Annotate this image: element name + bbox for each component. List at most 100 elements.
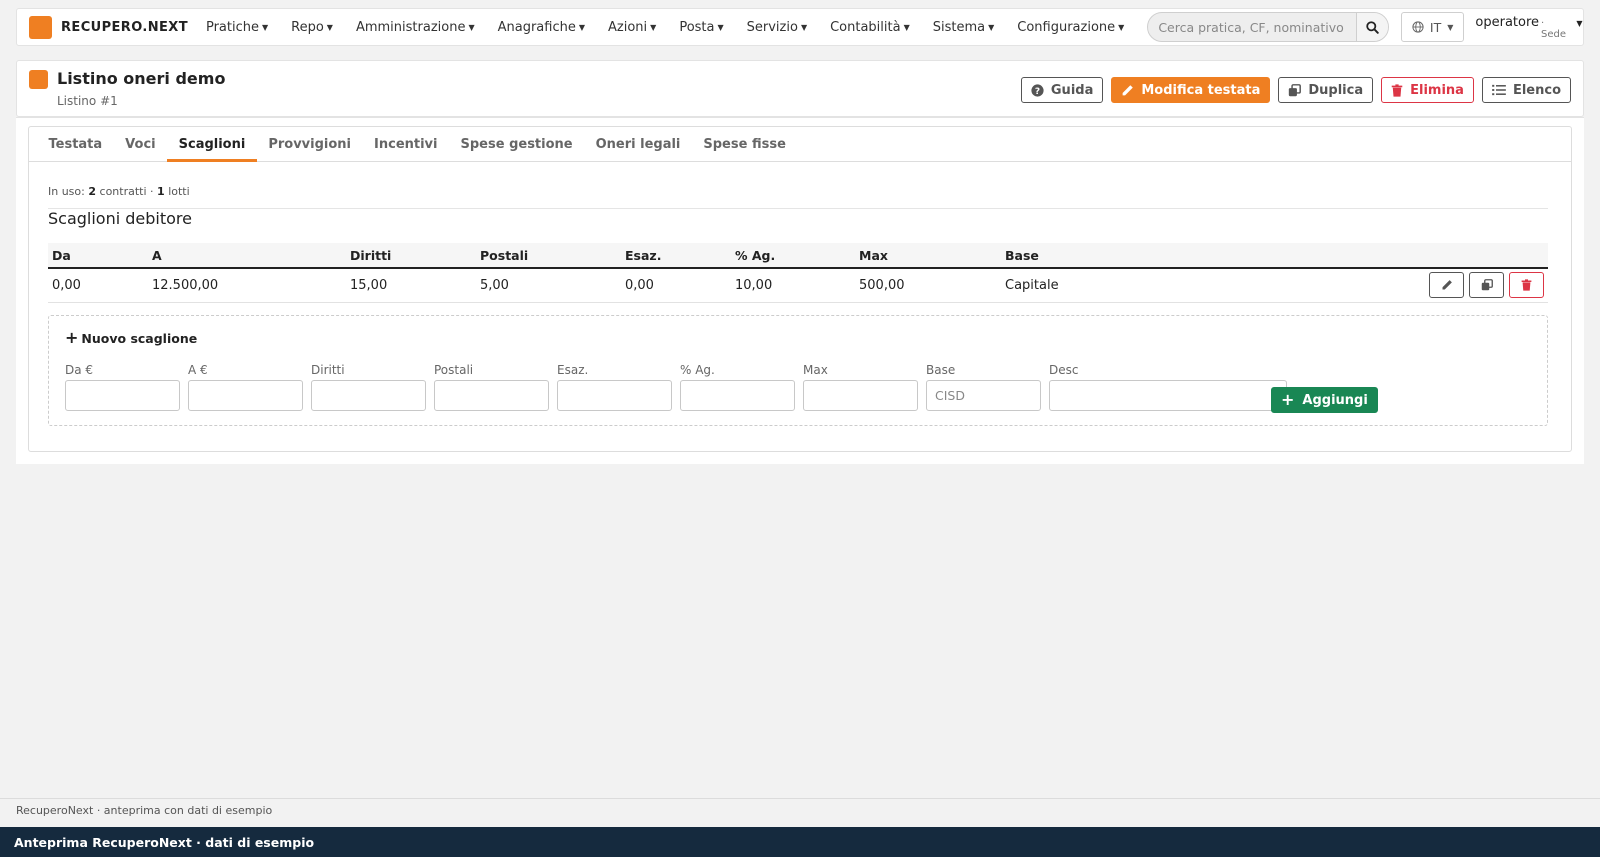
nav-menu: Pratiche ▼ Repo ▼ Amministrazione ▼ Anagraf… — [206, 20, 1147, 35]
footer-divider — [0, 798, 1600, 799]
header-actions: ? Guida Modifica testata Duplica Elimina… — [1013, 77, 1571, 103]
modifica-testata-button[interactable]: Modifica testata — [1111, 77, 1271, 103]
plus-icon: + — [1281, 390, 1295, 409]
brand[interactable]: RECUPERO.NEXT — [29, 15, 188, 39]
tab-spese-gestione[interactable]: Spese gestione — [449, 127, 584, 162]
field-max: Max — [803, 364, 918, 411]
field-label-desc: Desc — [1049, 363, 1079, 377]
tab-panel: Testata Voci Scaglioni Provvigioni Incen… — [28, 126, 1572, 452]
tab-provvigioni[interactable]: Provvigioni — [257, 127, 363, 162]
caret-down-icon: ▼ — [717, 22, 724, 32]
guida-label: Guida — [1050, 82, 1094, 98]
tab-spese-fisse[interactable]: Spese fisse — [692, 127, 798, 162]
user-menu[interactable]: operatore · Sede ▼ — [1475, 15, 1582, 40]
section-title: Scaglioni debitore — [48, 209, 192, 228]
tab-oneri-legali[interactable]: Oneri legali — [584, 127, 692, 162]
scaglioni-table: Da A Diritti Postali Esaz. % Ag. Max Bas… — [48, 243, 1548, 303]
nav-item-anagrafiche[interactable]: Anagrafiche ▼ — [498, 20, 585, 35]
elenco-button[interactable]: Elenco — [1481, 77, 1571, 103]
search-input[interactable] — [1148, 13, 1356, 41]
nav-item-servizio[interactable]: Servizio ▼ — [747, 20, 807, 35]
header-color-badge — [29, 70, 48, 89]
nav-item-amministrazione[interactable]: Amministrazione ▼ — [356, 20, 475, 35]
field-label-ag: % Ag. — [680, 363, 715, 377]
nav-item-label: Pratiche — [205, 19, 259, 35]
guida-button[interactable]: ? Guida — [1020, 77, 1104, 103]
nav-item-pratiche[interactable]: Pratiche ▼ — [206, 20, 268, 35]
nav-item-azioni[interactable]: Azioni ▼ — [608, 20, 656, 35]
new-scaglione-title: Nuovo scaglione — [81, 330, 198, 346]
caret-down-icon: ▼ — [468, 22, 475, 32]
elenco-label: Elenco — [1512, 82, 1561, 98]
search-icon — [1366, 20, 1379, 34]
elimina-button[interactable]: Elimina — [1381, 77, 1474, 103]
trash-icon — [1521, 279, 1532, 291]
a-input[interactable] — [188, 380, 303, 411]
page-header: Listino oneri demo Listino #1 ? Guida Mo… — [16, 60, 1584, 117]
field-base: Base — [926, 364, 1041, 411]
base-input[interactable] — [926, 380, 1041, 411]
edit-row-button[interactable] — [1429, 272, 1464, 299]
row-actions — [1205, 272, 1544, 299]
usage-contratti-count: 2 — [88, 185, 97, 198]
field-label-base: Base — [926, 363, 956, 377]
usage-lotti-count: 1 — [157, 185, 165, 198]
cell-da: 0,00 — [48, 268, 148, 303]
nav-item-contabilita[interactable]: Contabilità ▼ — [830, 20, 910, 35]
cell-actions — [1201, 268, 1548, 303]
column-header-ag: % Ag. — [731, 243, 855, 269]
trash-icon — [1391, 83, 1403, 97]
language-label: IT — [1429, 19, 1442, 35]
tab-testata[interactable]: Testata — [37, 127, 114, 162]
nav-item-repo[interactable]: Repo ▼ — [291, 20, 333, 35]
aggiungi-button[interactable]: + Aggiungi — [1271, 387, 1378, 413]
preview-banner-text: Anteprima RecuperoNext · dati di esempio — [14, 834, 315, 850]
nav-item-sistema[interactable]: Sistema ▼ — [933, 20, 995, 35]
ag-input[interactable] — [680, 380, 795, 411]
field-label-postali: Postali — [434, 363, 474, 377]
cell-base: Capitale — [1001, 268, 1201, 303]
caret-down-icon: ▼ — [261, 22, 269, 32]
caret-down-icon: ▼ — [650, 22, 657, 32]
field-label-a: A € — [188, 363, 208, 377]
postali-input[interactable] — [434, 380, 549, 411]
tab-voci[interactable]: Voci — [114, 127, 167, 162]
field-esaz: Esaz. — [557, 364, 672, 411]
nav-item-label: Servizio — [746, 19, 798, 35]
column-header-actions — [1201, 243, 1548, 269]
nav-item-posta[interactable]: Posta ▼ — [679, 20, 723, 35]
table-header-row: Da A Diritti Postali Esaz. % Ag. Max Bas… — [48, 243, 1548, 269]
caret-down-icon: ▼ — [800, 22, 808, 32]
tab-incentivi[interactable]: Incentivi — [363, 127, 449, 162]
nav-item-configurazione[interactable]: Configurazione ▼ — [1017, 20, 1124, 35]
caret-down-icon: ▼ — [903, 22, 910, 32]
esaz-input[interactable] — [557, 380, 672, 411]
column-header-diritti: Diritti — [346, 243, 476, 269]
caret-down-icon: ▼ — [1447, 22, 1454, 32]
usage-lotti-label: lotti — [168, 185, 190, 198]
duplica-label: Duplica — [1308, 82, 1364, 98]
max-input[interactable] — [803, 380, 918, 411]
column-header-base: Base — [1001, 243, 1201, 269]
da-input[interactable] — [65, 380, 180, 411]
field-ag: % Ag. — [680, 364, 795, 411]
question-circle-icon: ? — [1031, 83, 1044, 96]
diritti-input[interactable] — [311, 380, 426, 411]
preview-banner: Anteprima RecuperoNext · dati di esempio — [0, 827, 1600, 857]
nav-item-label: Amministrazione — [355, 19, 466, 35]
tab-scaglioni[interactable]: Scaglioni — [167, 127, 257, 162]
search-button[interactable] — [1355, 13, 1388, 41]
field-a: A € — [188, 364, 303, 411]
new-scaglione-form: + Nuovo scaglione Da € A € Diritti Posta… — [48, 315, 1548, 426]
elimina-label: Elimina — [1410, 82, 1464, 98]
language-selector[interactable]: IT ▼ — [1400, 12, 1465, 42]
desc-input[interactable] — [1049, 380, 1287, 411]
brand-logo — [29, 15, 52, 39]
nav-item-label: Sistema — [932, 19, 986, 35]
duplica-button[interactable]: Duplica — [1278, 77, 1374, 103]
new-scaglione-toggle[interactable]: + Nuovo scaglione — [65, 330, 197, 346]
duplicate-row-button[interactable] — [1469, 272, 1504, 299]
delete-row-button[interactable] — [1509, 272, 1544, 299]
cell-max: 500,00 — [855, 268, 1001, 303]
field-diritti: Diritti — [311, 364, 426, 411]
